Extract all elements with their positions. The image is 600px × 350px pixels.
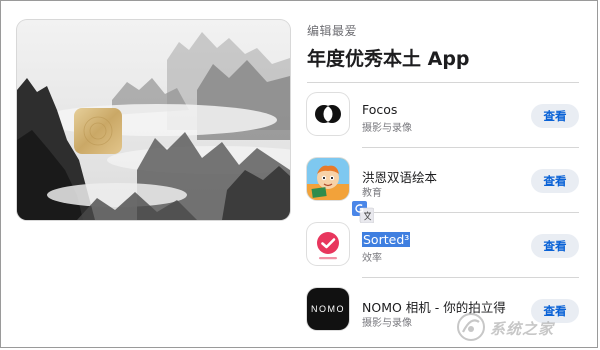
app-category: 摄影与录像 — [362, 123, 412, 134]
watermark: 系统之家 — [454, 310, 594, 346]
nomo-logo-text: NOMO — [311, 304, 345, 314]
section-title: 年度优秀本土 App — [307, 48, 470, 70]
hongen-bilingual-book-icon[interactable] — [307, 158, 349, 200]
app-category: 教育 — [362, 188, 382, 199]
watermark-logo-icon — [457, 313, 485, 341]
app-category: 摄影与录像 — [362, 318, 412, 329]
featured-card[interactable] — [17, 20, 290, 220]
view-button[interactable]: 查看 — [531, 234, 579, 258]
app-category: 效率 — [362, 253, 382, 264]
selected-text[interactable]: Sorted³ — [362, 232, 411, 247]
watermark-text: 系统之家 — [490, 320, 555, 338]
gold-chip-graphic — [74, 108, 122, 154]
ink-landscape-illustration — [17, 20, 290, 220]
app-name[interactable]: Sorted³ — [362, 232, 411, 247]
list-item-sorted[interactable]: Sorted³ 效率 查看 — [307, 213, 579, 277]
nomo-icon[interactable]: NOMO — [307, 288, 349, 330]
sorted-icon[interactable] — [307, 223, 349, 265]
focos-icon[interactable] — [307, 93, 349, 135]
app-list: Focos 摄影与录像 查看 洪恩双语绘本 教育 查看 Sorted³ 效率 查… — [307, 82, 579, 342]
app-name[interactable]: Focos — [362, 102, 397, 117]
list-item-focos[interactable]: Focos 摄影与录像 查看 — [307, 83, 579, 147]
section-eyebrow: 编辑最爱 — [307, 24, 358, 38]
list-item-hongen[interactable]: 洪恩双语绘本 教育 查看 — [307, 148, 579, 212]
view-button[interactable]: 查看 — [531, 104, 579, 128]
view-button[interactable]: 查看 — [531, 169, 579, 193]
translate-icon[interactable] — [352, 201, 375, 224]
